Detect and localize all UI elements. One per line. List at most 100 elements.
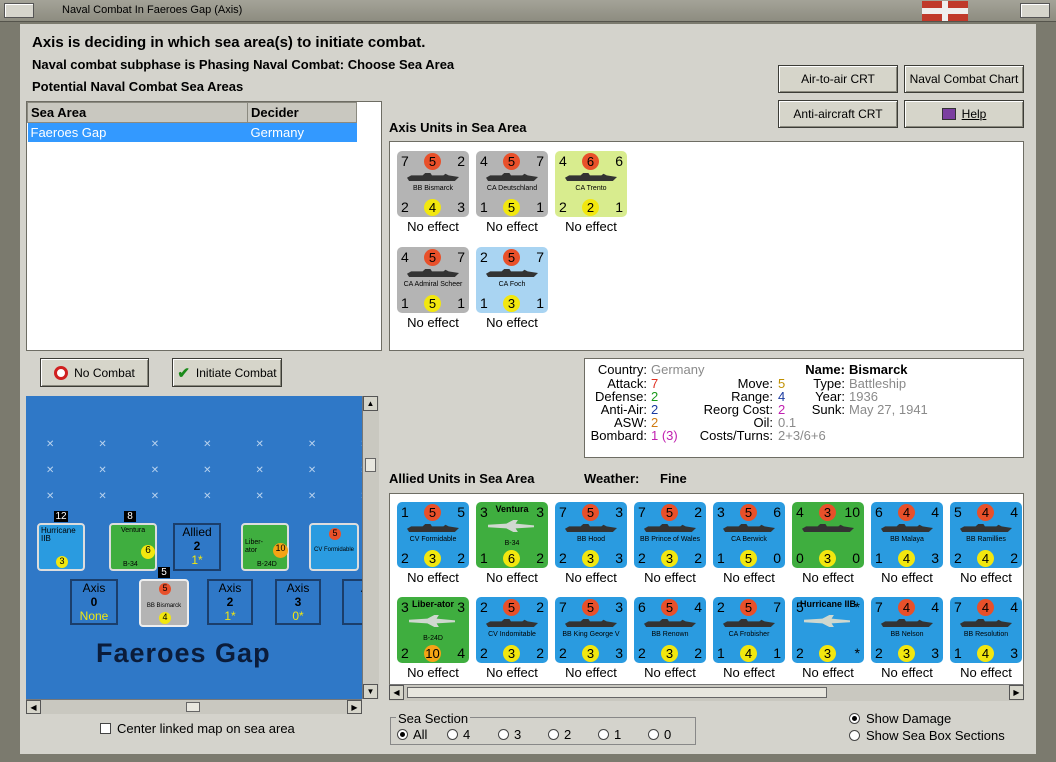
scroll-left-arrow[interactable]: ◀: [26, 700, 41, 714]
unit-counter[interactable]: 7 3 2 3 5 3 BB King George V: [555, 597, 627, 663]
col-decider[interactable]: Decider: [247, 102, 357, 123]
defense-circle: 5: [740, 550, 757, 567]
counter-value: 4: [559, 153, 567, 169]
axis-box-2[interactable]: Axis 3 0*: [275, 579, 321, 625]
center-linked-checkbox[interactable]: [100, 723, 111, 734]
sea-section-all-label: All: [413, 727, 428, 742]
unit-counter[interactable]: 4 7 1 1 5 5 CA Admiral Scheer: [397, 247, 469, 313]
anti-aircraft-crt-button[interactable]: Anti-aircraft CRT: [778, 100, 898, 128]
counter-title: Hurricane IIB: [799, 599, 857, 609]
system-menu-button[interactable]: [4, 3, 34, 18]
unit-counter[interactable]: 5 4 2 2 4 4 BB Ramillies: [950, 502, 1022, 568]
unit-details: Country: Germany Attack: 7 Defense: 2 An…: [585, 363, 1025, 453]
map-counter-hurricane[interactable]: Hurricane IIB 3: [37, 523, 85, 571]
scroll-down-arrow[interactable]: ▼: [363, 684, 378, 699]
unit-counter[interactable]: 4 7 1 1 5 5 CA Deutschland: [476, 151, 548, 217]
counter-title: Ventura: [495, 504, 529, 514]
unit-counter[interactable]: 6 4 2 2 5 3 BB Renown: [634, 597, 706, 663]
sea-section-label: Sea Section: [396, 711, 471, 726]
close-button[interactable]: [1020, 3, 1050, 18]
air-to-air-crt-button[interactable]: Air-to-air CRT: [778, 65, 898, 93]
help-button[interactable]: Help: [904, 100, 1024, 128]
unit-counter[interactable]: 3 3 1 2 6 Ventura B-34: [476, 502, 548, 568]
unit-counter[interactable]: 2 7 1 1 5 3 CA Foch: [476, 247, 548, 313]
unit-counter[interactable]: 7 2 2 3 5 4 BB Bismarck: [397, 151, 469, 217]
sea-section-1-radio[interactable]: [598, 729, 609, 740]
counter-label: B-34: [123, 561, 138, 568]
scroll-thumb[interactable]: [407, 687, 827, 698]
sea-section-0-label: 0: [664, 727, 672, 742]
sea-section-0-radio[interactable]: [648, 729, 659, 740]
attack-circle: 5: [661, 599, 678, 616]
unit-counter[interactable]: 4 6 2 1 6 2 CA Trento: [555, 151, 627, 217]
counter-value: 1: [536, 295, 544, 311]
map-vertical-scrollbar[interactable]: ▲ ▼: [362, 396, 379, 699]
ship-silhouette-icon: [407, 269, 459, 277]
axis-box-1[interactable]: Axis 2 1*: [207, 579, 253, 625]
counter-label: BB Bismarck: [146, 603, 182, 609]
col-sea-area[interactable]: Sea Area: [27, 102, 248, 123]
scroll-right-arrow[interactable]: ▶: [347, 700, 362, 714]
map-counter-ventura[interactable]: Ventura B-34 6: [109, 523, 157, 571]
scroll-left-arrow[interactable]: ◀: [389, 685, 404, 700]
counter-label: CV Formidable: [313, 547, 354, 553]
country-value: Germany: [651, 362, 705, 377]
counter-value: 2: [401, 550, 409, 566]
map-counter-formidable[interactable]: CV Formidable 5: [309, 523, 359, 571]
unit-counter[interactable]: 6 4 1 3 4 4 BB Malaya: [871, 502, 943, 568]
unit-counter[interactable]: 7 2 2 2 5 3 BB Prince of Wales: [634, 502, 706, 568]
counter-name: CA Berwick: [731, 536, 767, 543]
unit-counter[interactable]: 7 3 2 3 5 3 BB Hood: [555, 502, 627, 568]
map-counter-liberator[interactable]: Liber-ator B-24D 10: [241, 523, 289, 571]
sea-section-4-label: 4: [463, 727, 471, 742]
unit-counter[interactable]: 7 4 2 3 4 3 BB Nelson: [871, 597, 943, 663]
unit-counter[interactable]: 5 * 2 * 3 Hurricane IIB: [792, 597, 864, 663]
counter-name: CA Admiral Scheer: [403, 281, 463, 288]
scroll-up-arrow[interactable]: ▲: [363, 396, 378, 411]
allied-box[interactable]: Allied 2 1*: [173, 523, 221, 571]
scroll-right-arrow[interactable]: ▶: [1009, 685, 1024, 700]
combat-effect: No effect: [565, 570, 617, 585]
counter-value: 6: [773, 504, 781, 520]
unit-counter[interactable]: 4 10 0 0 3 3: [792, 502, 864, 568]
sea-section-4-radio[interactable]: [447, 729, 458, 740]
attack-circle: 4: [977, 504, 994, 521]
ship-silhouette-icon: [407, 524, 459, 532]
sea-section-3-radio[interactable]: [498, 729, 509, 740]
scroll-thumb[interactable]: [186, 702, 200, 712]
defense-circle: 3: [661, 645, 678, 662]
scroll-thumb[interactable]: [365, 458, 376, 472]
counter-value: 2: [536, 645, 544, 661]
table-row[interactable]: Faeroes Gap Germany: [27, 122, 357, 142]
allied-horizontal-scrollbar[interactable]: ◀ ▶: [389, 684, 1024, 701]
map-counter-bismarck[interactable]: 5 BB Bismarck 4: [139, 579, 189, 627]
naval-combat-chart-button[interactable]: Naval Combat Chart: [904, 65, 1024, 93]
counter-value: *: [854, 645, 860, 661]
unit-counter[interactable]: 2 7 1 1 5 4 CA Frobisher: [713, 597, 785, 663]
initiate-combat-button[interactable]: ✔ Initiate Combat: [172, 358, 282, 387]
defense-circle: 3: [898, 645, 915, 662]
map-horizontal-scrollbar[interactable]: ◀ ▶: [26, 699, 362, 714]
axis-box-3[interactable]: A: [342, 579, 362, 625]
show-sections-label: Show Sea Box Sections: [866, 728, 1005, 743]
unit-counter[interactable]: 7 4 1 3 4 4 BB Resolution: [950, 597, 1022, 663]
counter-value: 7: [559, 504, 567, 520]
unit-counter[interactable]: 1 5 2 2 5 3 CV Formidable: [397, 502, 469, 568]
show-damage-radio[interactable]: [849, 713, 860, 724]
sea-area-list[interactable]: Sea Area Decider Faeroes Gap Germany: [26, 101, 382, 351]
axis-box-value: 0: [90, 595, 98, 609]
show-sections-radio[interactable]: [849, 730, 860, 741]
costs-value: 2+3/6+6: [778, 428, 826, 443]
unit-counter[interactable]: 3 6 1 0 5 5 CA Berwick: [713, 502, 785, 568]
no-combat-button[interactable]: No Combat: [40, 358, 149, 387]
sea-section-all-radio[interactable]: [397, 729, 408, 740]
defense-circle: 3: [582, 550, 599, 567]
unit-counter[interactable]: 3 3 2 4 10 Liber-ator B-24D: [397, 597, 469, 663]
sea-section-3-label: 3: [514, 727, 522, 742]
sea-box-map[interactable]: ✕✕✕✕✕✕✕✕✕✕✕✕✕✕✕✕✕✕✕✕✕ 12 8 5 Hurricane I…: [26, 396, 362, 699]
sea-section-2-radio[interactable]: [548, 729, 559, 740]
unit-counter[interactable]: 2 2 2 2 5 3 CV Indomitable: [476, 597, 548, 663]
counter-value: 1: [615, 199, 623, 215]
axis-box-0[interactable]: Axis 0 None: [70, 579, 118, 625]
sunk-key: Sunk:: [811, 402, 845, 417]
